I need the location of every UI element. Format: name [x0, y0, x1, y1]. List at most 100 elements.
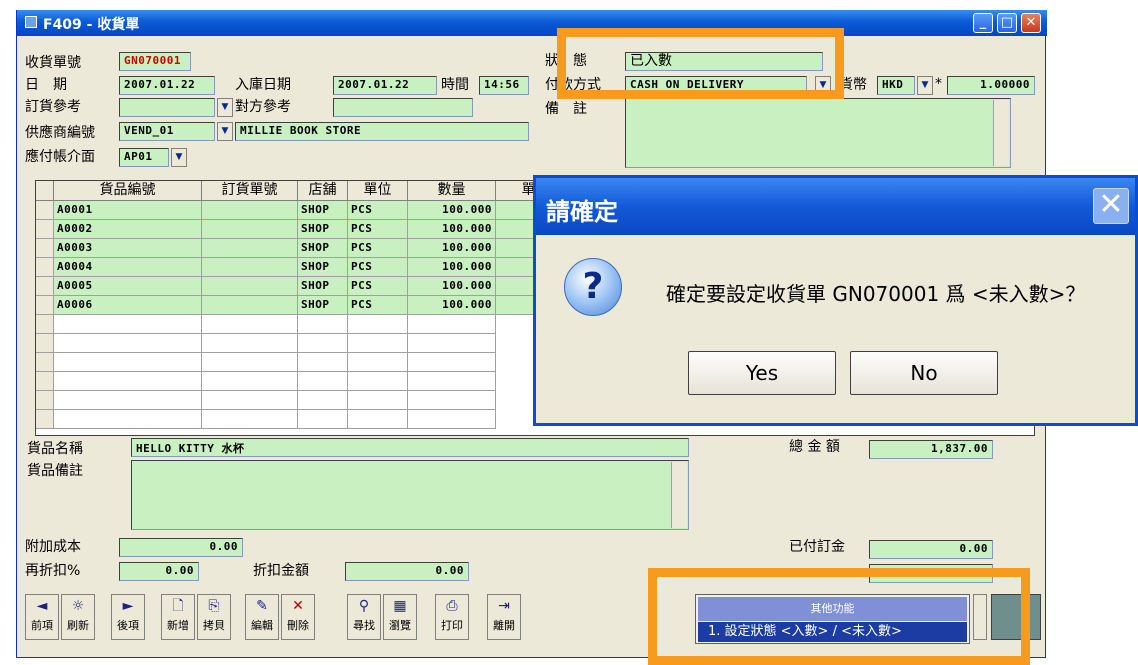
- supplier-dropdown-icon[interactable]: ▼: [217, 122, 233, 141]
- col-header-store[interactable]: 店舖: [298, 181, 348, 201]
- cell-store: SHOP: [298, 220, 348, 239]
- cell-unit: PCS: [348, 258, 408, 277]
- browse-icon: ▦: [393, 598, 407, 614]
- cell-order-no: [202, 239, 298, 258]
- ap-dropdown-icon[interactable]: ▼: [171, 148, 187, 167]
- cell-store: SHOP: [298, 296, 348, 315]
- deposit-label: 已付訂金: [789, 539, 845, 555]
- rediscount-label: 再折扣%: [25, 563, 81, 579]
- date-field[interactable]: 2007.01.22: [119, 76, 215, 95]
- dialog-message: 確定要設定收貨單 GN070001 爲 <未入數>？: [666, 282, 1086, 306]
- cell-item-code: A0004: [54, 258, 202, 277]
- cell-item-code: A0003: [54, 239, 202, 258]
- order-ref-field[interactable]: [119, 98, 215, 117]
- stock-in-date-field[interactable]: 2007.01.22: [333, 76, 437, 95]
- date-label: 日 期: [25, 77, 67, 93]
- item-remark-scrollbar[interactable]: [671, 462, 687, 528]
- discount-amount-label: 折扣金額: [253, 563, 309, 579]
- browse-button[interactable]: ▦ 瀏覽: [383, 594, 417, 640]
- new-button[interactable]: 🗋 新增: [161, 594, 195, 640]
- edit-button[interactable]: ✎ 編輯: [245, 594, 279, 640]
- print-icon: ⎙: [446, 598, 458, 614]
- extra-cost-label: 附加成本: [25, 539, 81, 555]
- dialog-close-icon[interactable]: ✕: [1093, 188, 1129, 224]
- time-label: 時間: [441, 77, 469, 93]
- rediscount-field[interactable]: 0.00: [119, 562, 199, 581]
- col-header-qty[interactable]: 數量: [408, 181, 496, 201]
- cell-qty: 100.000: [408, 296, 496, 315]
- edit-icon: ✎: [256, 598, 268, 614]
- discount-amount-field[interactable]: 0.00: [345, 562, 469, 581]
- cell-order-no: [202, 277, 298, 296]
- maximize-button[interactable]: □: [997, 13, 1017, 33]
- cell-order-no: [202, 220, 298, 239]
- find-button[interactable]: ⚲ 尋找: [347, 594, 381, 640]
- print-button[interactable]: ⎙ 打印: [435, 594, 469, 640]
- col-header-order-no[interactable]: 訂貨單號: [202, 181, 298, 201]
- cell-item-code: A0005: [54, 277, 202, 296]
- refresh-button[interactable]: ☼ 刷新: [61, 594, 95, 640]
- grid-corner: [36, 181, 54, 201]
- confirm-dialog: 請確定 ✕ ? 確定要設定收貨單 GN070001 爲 <未入數>？ Yes N…: [533, 175, 1138, 426]
- cell-unit: PCS: [348, 277, 408, 296]
- cell-store: SHOP: [298, 239, 348, 258]
- remarks-scrollbar[interactable]: [993, 100, 1009, 166]
- minimize-button[interactable]: _: [973, 13, 993, 33]
- exit-button[interactable]: ⇥ 離開: [487, 594, 521, 640]
- copy-button[interactable]: ⎘ 拷貝: [197, 594, 231, 640]
- cell-order-no: [202, 201, 298, 220]
- find-icon: ⚲: [358, 598, 370, 614]
- cell-item-code: A0002: [54, 220, 202, 239]
- app-icon: [25, 16, 37, 28]
- cell-qty: 100.000: [408, 220, 496, 239]
- item-remark-label: 貨品備註: [27, 463, 83, 479]
- order-ref-dropdown-icon[interactable]: ▼: [217, 98, 233, 117]
- close-button[interactable]: ✕: [1021, 13, 1041, 33]
- item-name-label: 貨品名稱: [27, 441, 83, 457]
- cell-unit: PCS: [348, 296, 408, 315]
- yes-button[interactable]: Yes: [688, 351, 836, 395]
- window-titlebar[interactable]: F409 - 收貨單 _ □ ✕: [17, 10, 1047, 36]
- cell-qty: 100.000: [408, 201, 496, 220]
- counter-ref-field[interactable]: [333, 98, 473, 117]
- col-header-item-code[interactable]: 貨品編號: [54, 181, 202, 201]
- arrow-left-icon: ◄: [36, 598, 48, 614]
- rate-sign: *: [935, 76, 942, 92]
- total-label: 總 金 額: [789, 439, 840, 455]
- copy-icon: ⎘: [208, 598, 220, 614]
- remarks-field[interactable]: [625, 98, 1011, 168]
- no-button[interactable]: No: [850, 351, 998, 395]
- cell-unit: PCS: [348, 201, 408, 220]
- supplier-code-field[interactable]: VEND_01: [119, 122, 215, 141]
- delete-button[interactable]: ✕ 刪除: [281, 594, 315, 640]
- prev-button[interactable]: ◄ 前項: [25, 594, 59, 640]
- cell-store: SHOP: [298, 201, 348, 220]
- time-field[interactable]: 14:56: [479, 76, 529, 95]
- dialog-title: 請確定: [546, 198, 618, 226]
- ap-code-field[interactable]: AP01: [119, 148, 169, 167]
- cell-store: SHOP: [298, 258, 348, 277]
- refresh-icon: ☼: [71, 598, 85, 614]
- receipt-no-field[interactable]: GN070001: [119, 52, 191, 71]
- delete-icon: ✕: [292, 598, 304, 614]
- new-icon: 🗋: [172, 598, 184, 614]
- cell-qty: 100.000: [408, 239, 496, 258]
- remarks-label: 備 註: [545, 101, 587, 117]
- exit-icon: ⇥: [498, 598, 510, 614]
- item-name-field[interactable]: HELLO KITTY 水杯: [131, 438, 689, 457]
- rate-field[interactable]: 1.00000: [947, 76, 1035, 95]
- supplier-name-field[interactable]: MILLIE BOOK STORE: [235, 122, 529, 141]
- arrow-right-icon: ►: [122, 598, 134, 614]
- menu-highlight: [648, 568, 1030, 665]
- item-remark-field[interactable]: [131, 460, 689, 530]
- cell-item-code: A0006: [54, 296, 202, 315]
- dialog-titlebar[interactable]: 請確定 ✕: [536, 178, 1135, 235]
- cell-unit: PCS: [348, 220, 408, 239]
- currency-field[interactable]: HKD: [877, 76, 915, 95]
- cell-order-no: [202, 296, 298, 315]
- status-highlight: [557, 28, 844, 99]
- col-header-unit[interactable]: 單位: [348, 181, 408, 201]
- next-button[interactable]: ► 後項: [111, 594, 145, 640]
- extra-cost-field[interactable]: 0.00: [119, 538, 243, 557]
- currency-dropdown-icon[interactable]: ▼: [917, 76, 933, 95]
